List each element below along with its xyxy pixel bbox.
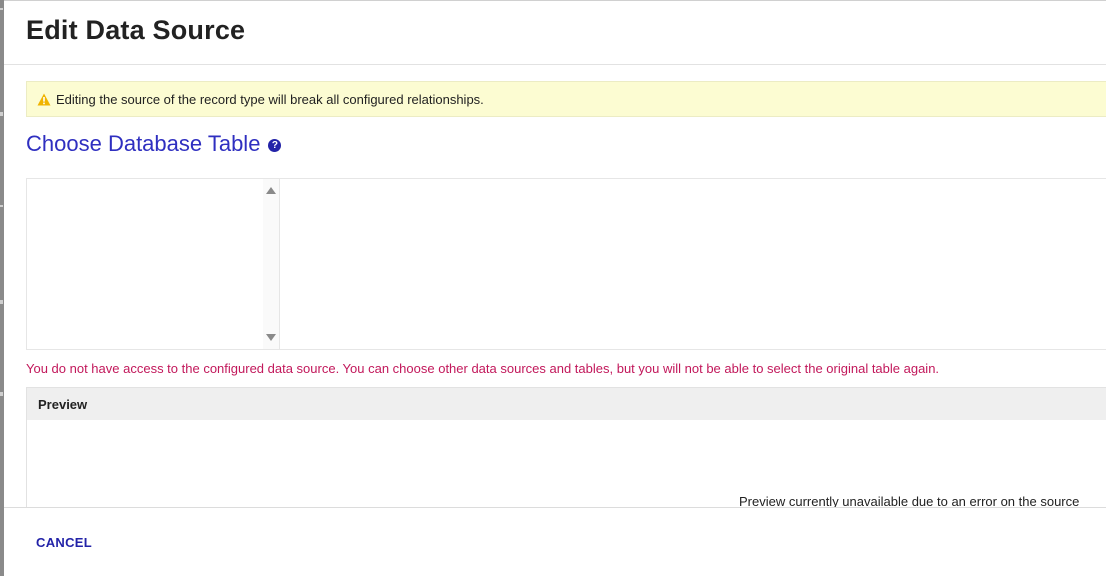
warning-triangle-icon [37,93,51,105]
preview-panel: Preview Preview currently unavailable du… [26,387,1106,527]
section-title: Choose Database Table ? [26,131,282,157]
scroll-up-icon[interactable] [266,187,276,194]
access-error-message: You do not have access to the configured… [26,361,940,376]
background-fragment [0,112,3,116]
preview-header: Preview [27,388,1106,420]
dialog-footer: CANCEL [4,507,1106,578]
dialog-header: Edit Data Source [4,1,1106,65]
database-table-picker [26,178,1106,350]
dialog-title: Edit Data Source [26,15,246,45]
table-list[interactable] [27,179,280,349]
background-fragment [0,205,3,207]
warning-text: Editing the source of the record type wi… [56,91,484,107]
question-circle-icon[interactable]: ? [268,138,282,152]
scroll-down-icon[interactable] [266,334,276,341]
table-list-scrollbar[interactable] [263,179,279,349]
cancel-button[interactable]: CANCEL [36,535,92,550]
background-fragment [0,300,3,304]
background-fragment [0,8,3,10]
warning-banner: Editing the source of the record type wi… [26,81,1106,117]
background-fragment [0,392,3,396]
edit-data-source-dialog: Edit Data Source Editing the source of t… [4,0,1106,578]
section-title-text: Choose Database Table [26,131,261,156]
